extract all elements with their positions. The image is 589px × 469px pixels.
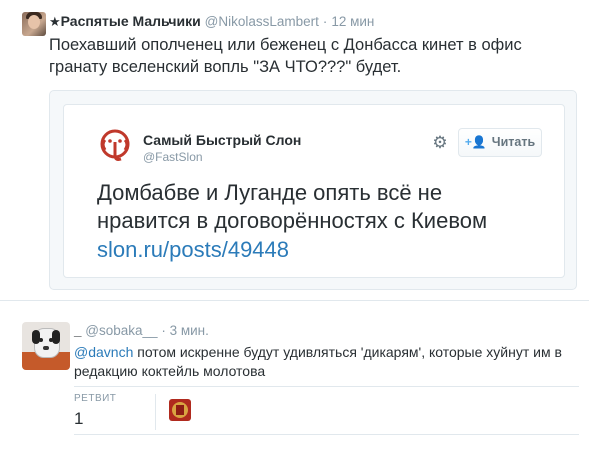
avatar-eye xyxy=(49,338,53,342)
embedded-tweet[interactable]: Самый Быстрый Слон @FastSlon ⚙ +👤 Читать … xyxy=(63,104,565,278)
star-icon: ★ xyxy=(49,14,61,29)
avatar-face xyxy=(28,15,40,29)
tweet-header: _ @sobaka__ · 3 мин. xyxy=(74,323,209,338)
separator: · xyxy=(322,13,328,29)
follow-button[interactable]: +👤 Читать xyxy=(458,128,542,157)
author-handle[interactable]: @sobaka__ xyxy=(85,323,157,338)
tweet-header: ★Распятые Мальчики @NikolassLambert · 12… xyxy=(49,13,374,30)
retweet-icon[interactable]: ⟲ xyxy=(137,276,149,277)
embedded-author-name[interactable]: Самый Быстрый Слон xyxy=(143,132,301,148)
tweet-time[interactable]: 3 мин. xyxy=(170,323,209,338)
favorite-icon[interactable]: ★ xyxy=(179,276,192,277)
tweet-time[interactable]: 12 мин xyxy=(331,14,374,29)
retweeter-avatar-emblem-center xyxy=(176,405,184,415)
author-name[interactable]: Распятые Мальчики xyxy=(61,13,201,29)
mention-link[interactable]: @davnch xyxy=(74,344,133,360)
avatar[interactable] xyxy=(22,12,46,36)
tweet-text: @davnch потом искренне будут удивляться … xyxy=(74,343,574,381)
avatar[interactable] xyxy=(22,322,70,370)
divider xyxy=(0,300,589,301)
follow-label: Читать xyxy=(491,135,536,149)
stats-divider xyxy=(74,386,579,387)
avatar-ear xyxy=(52,330,60,344)
avatar-eye xyxy=(39,338,43,342)
author-name[interactable]: _ xyxy=(74,323,82,338)
tweet: ★Распятые Мальчики @NikolassLambert · 12… xyxy=(0,0,589,300)
retweets-label: РЕТВИТ xyxy=(74,393,117,404)
embedded-tweet-link[interactable]: slon.ru/posts/49448 xyxy=(97,236,289,264)
reply-icon[interactable]: ↩ xyxy=(97,276,109,277)
retweets-count[interactable]: 1 xyxy=(74,409,83,429)
embedded-tweet-text: Домбабве и Луганде опять всё не нравится… xyxy=(97,180,488,233)
more-icon[interactable]: ••• xyxy=(219,276,234,277)
stats-separator xyxy=(155,394,156,430)
author-handle[interactable]: @NikolassLambert xyxy=(205,14,319,29)
embedded-tweet-frame: Самый Быстрый Слон @FastSlon ⚙ +👤 Читать … xyxy=(49,90,577,290)
retweeter-avatar[interactable] xyxy=(169,399,191,421)
tweet-text: Поехавший ополченец или беженец с Донбас… xyxy=(49,36,522,76)
stats-divider xyxy=(74,434,579,435)
elephant-logo-icon[interactable] xyxy=(97,128,133,164)
tweet-body: потом искренне будут удивляться 'дикарям… xyxy=(74,344,562,379)
add-user-icon: +👤 xyxy=(464,135,487,149)
gear-icon[interactable]: ⚙ xyxy=(431,134,449,152)
separator: · xyxy=(161,323,166,338)
embedded-author-handle[interactable]: @FastSlon xyxy=(143,150,203,164)
avatar-ear xyxy=(32,330,40,344)
avatar-nose xyxy=(43,346,49,350)
